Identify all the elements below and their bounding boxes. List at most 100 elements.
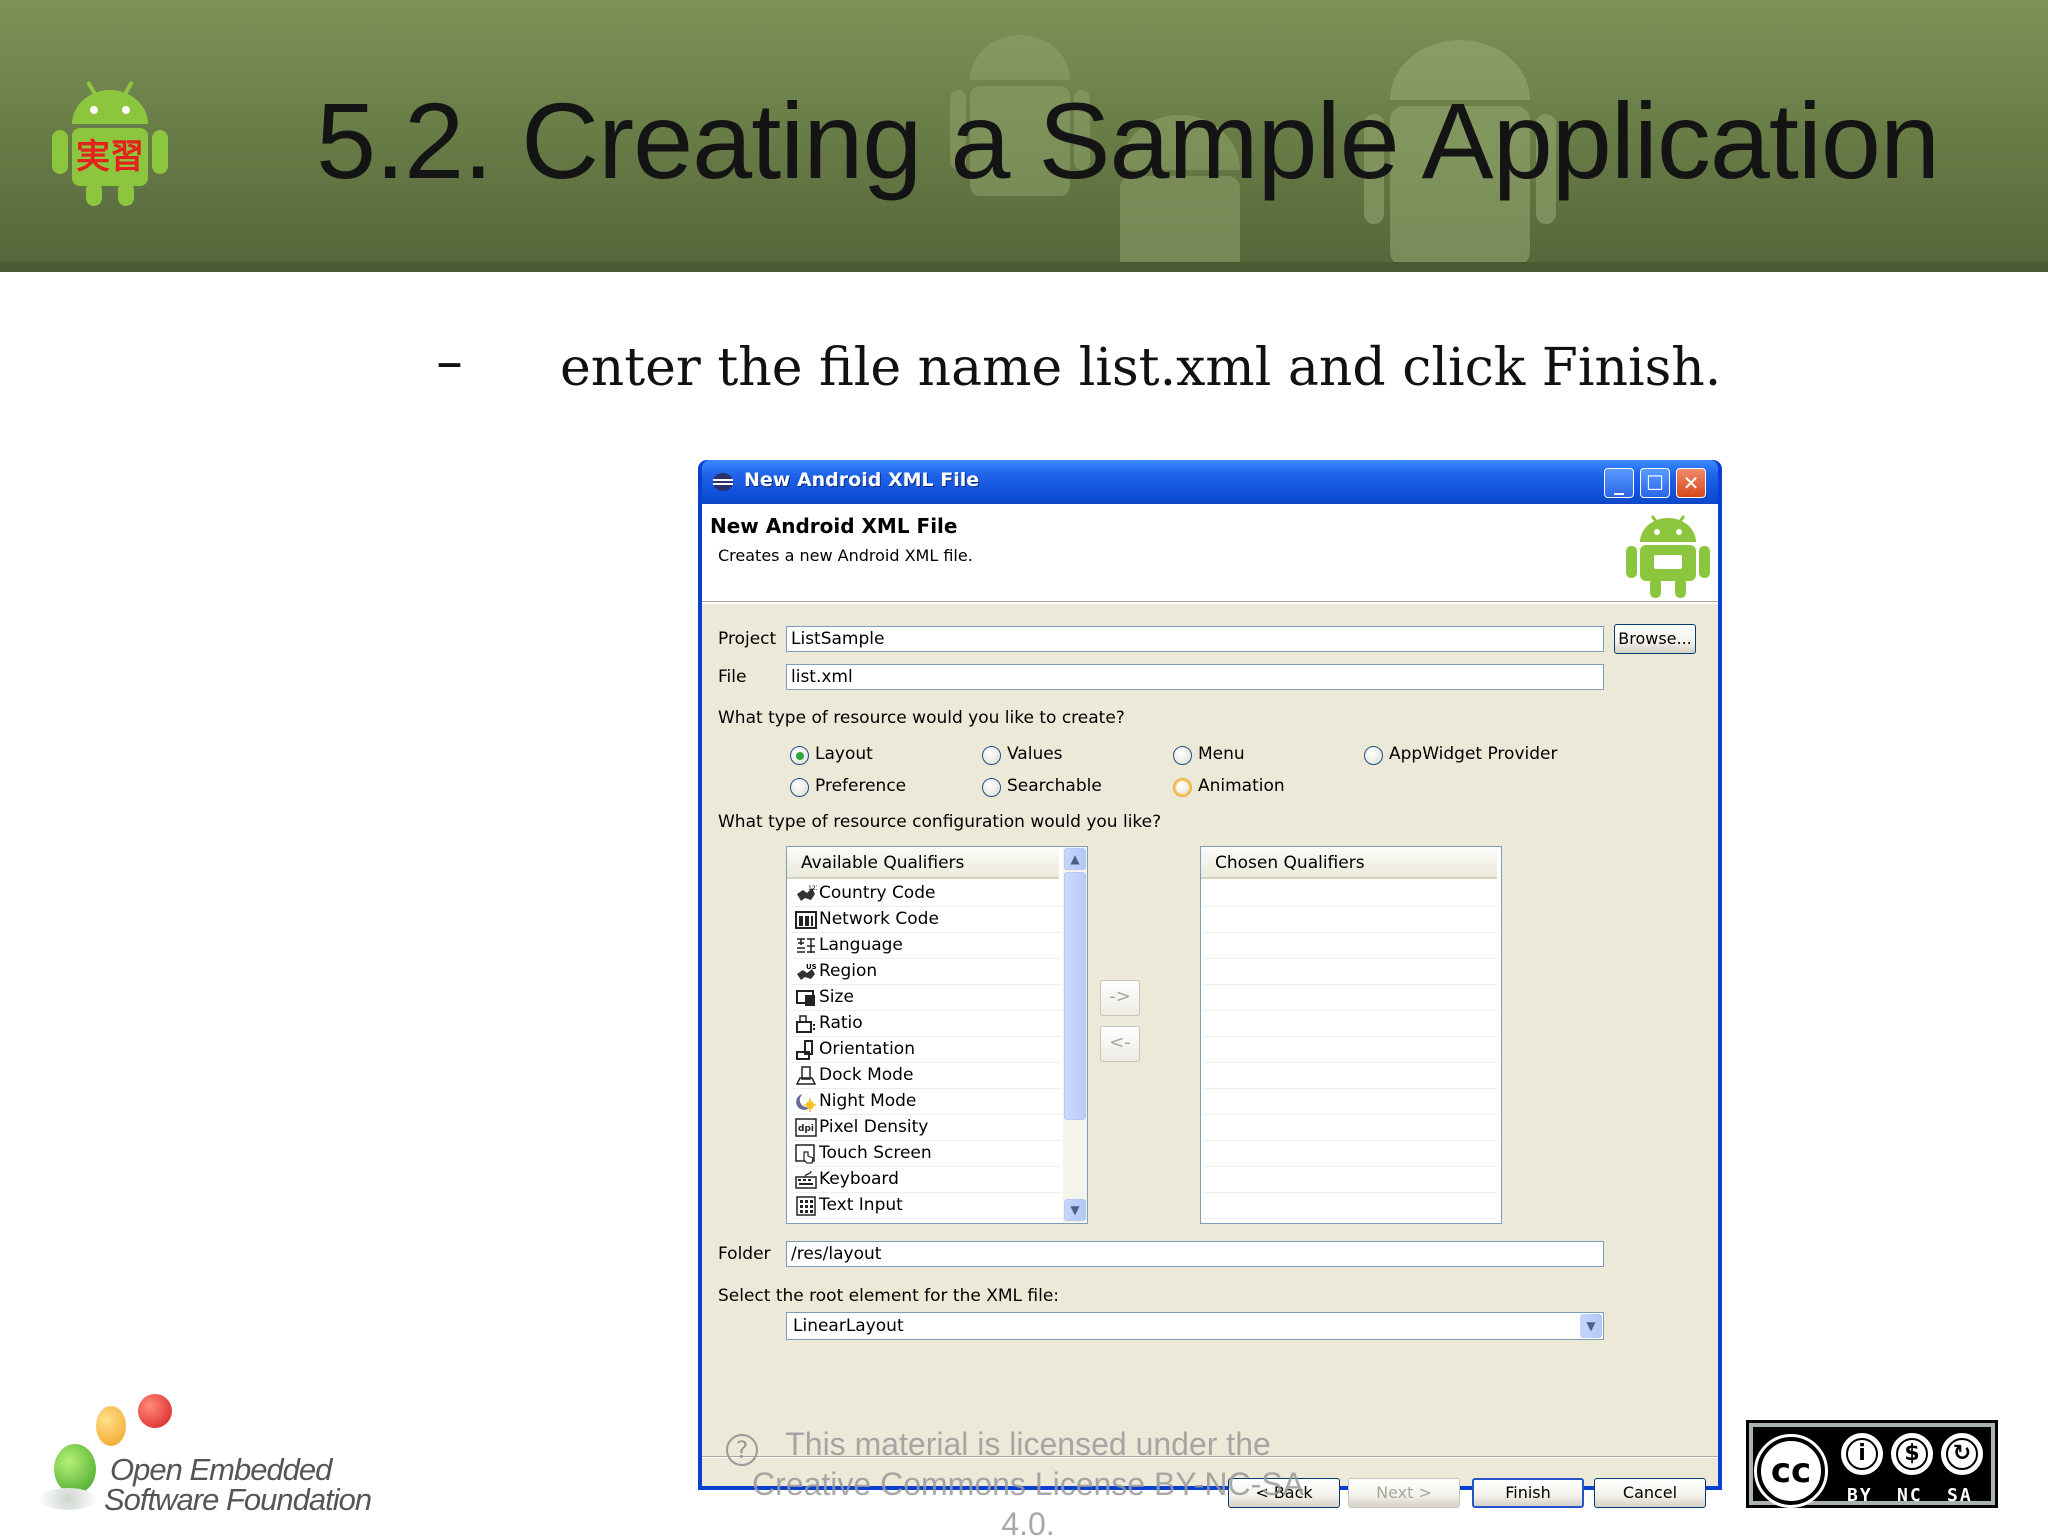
- slide-header: 実習 5.2. Creating a Sample Application: [0, 0, 2048, 272]
- dialog-titlebar[interactable]: New Android XML File _ ☐ ✕: [702, 460, 1718, 504]
- project-field[interactable]: ListSample: [786, 626, 1604, 652]
- root-element-dropdown[interactable]: LinearLayout ▼: [786, 1312, 1604, 1340]
- icon-ring: [1946, 1438, 1978, 1470]
- radio-label: Menu: [1198, 744, 1245, 764]
- next-button[interactable]: Next >: [1348, 1478, 1460, 1508]
- dialog-window-title: New Android XML File: [744, 469, 980, 491]
- radio-circle: [1173, 778, 1192, 797]
- country-code-icon: 123: [797, 885, 817, 901]
- touch-screen-icon: [795, 1144, 815, 1164]
- radio-circle: [1364, 746, 1383, 765]
- empty-row: [1203, 985, 1497, 1011]
- list-item[interactable]: Dock Mode: [791, 1063, 1061, 1089]
- cancel-button[interactable]: Cancel: [1594, 1478, 1706, 1508]
- list-item[interactable]: Orientation: [791, 1037, 1061, 1063]
- list-item[interactable]: US Region: [791, 959, 1061, 985]
- radio-layout[interactable]: Layout: [790, 744, 910, 768]
- chosen-qualifiers-list[interactable]: Chosen Qualifiers: [1200, 846, 1502, 1224]
- available-qualifiers-scrollbar[interactable]: ▲ ▼: [1063, 847, 1087, 1223]
- list-item[interactable]: 123 Country Code: [791, 881, 1061, 907]
- radio-label: Searchable: [1007, 776, 1102, 796]
- sa-tag: SA: [1947, 1485, 1973, 1506]
- browse-button[interactable]: Browse...: [1614, 624, 1696, 654]
- scroll-up-button[interactable]: ▲: [1064, 848, 1086, 870]
- qualifier-label: Network Code: [819, 909, 939, 929]
- list-item[interactable]: Ratio: [791, 1011, 1061, 1037]
- radio-menu[interactable]: Menu: [1173, 744, 1293, 768]
- remove-qualifier-button[interactable]: <-: [1100, 1026, 1140, 1062]
- maximize-icon: ☐: [1646, 471, 1664, 495]
- radio-animation[interactable]: Animation: [1173, 776, 1313, 800]
- scroll-thumb[interactable]: [1064, 872, 1086, 1120]
- list-item[interactable]: Network Code: [791, 907, 1061, 933]
- android-wizard-icon: [1626, 515, 1710, 598]
- list-item[interactable]: Touch Screen: [791, 1141, 1061, 1167]
- icon-ring: [1846, 1438, 1878, 1470]
- close-button[interactable]: ✕: [1676, 468, 1706, 498]
- language-icon: [797, 938, 815, 953]
- new-android-xml-file-dialog: New Android XML File _ ☐ ✕ New Android X…: [698, 460, 1722, 1508]
- size-icon: [796, 990, 815, 1006]
- file-name-field[interactable]: list.xml: [786, 664, 1604, 690]
- header-bottom-border: [0, 262, 2048, 272]
- radio-values[interactable]: Values: [982, 744, 1102, 768]
- finish-button[interactable]: Finish: [1472, 1478, 1584, 1508]
- available-qualifiers-list[interactable]: Available Qualifiers 123 Country Code Ne…: [786, 846, 1088, 1224]
- empty-row: [1203, 933, 1497, 959]
- attribution-icon: i: [1841, 1433, 1883, 1475]
- by-tag: BY: [1847, 1485, 1873, 1506]
- qualifier-label: Text Input: [819, 1195, 903, 1215]
- qualifier-label: Touch Screen: [819, 1143, 932, 1163]
- radio-circle: [982, 778, 1001, 797]
- add-qualifier-button[interactable]: ->: [1100, 980, 1140, 1016]
- pixel-density-icon: dpi: [795, 1118, 817, 1137]
- maximize-button[interactable]: ☐: [1640, 468, 1670, 498]
- list-item[interactable]: Language: [791, 933, 1061, 959]
- root-element-value: LinearLayout: [793, 1316, 904, 1336]
- radio-circle: [1173, 746, 1192, 765]
- minimize-icon: _: [1614, 471, 1624, 495]
- radio-label: Animation: [1198, 776, 1285, 796]
- text-input-icon: [796, 1196, 816, 1216]
- network-code-icon: [795, 911, 817, 929]
- dialog-banner: New Android XML File Creates a new Andro…: [702, 504, 1718, 602]
- bullet-text: enter the file name list.xml and click F…: [560, 338, 1722, 398]
- noncommercial-icon: $: [1891, 1433, 1933, 1475]
- license-notice: This material is licensed under the Crea…: [752, 1426, 1304, 1536]
- close-icon: ✕: [1682, 471, 1700, 495]
- radio-preference[interactable]: Preference: [790, 776, 930, 800]
- qualifier-label: Size: [819, 987, 854, 1007]
- minimize-button[interactable]: _: [1604, 468, 1634, 498]
- empty-row: [1203, 1193, 1497, 1219]
- list-item[interactable]: dpi Pixel Density: [791, 1115, 1061, 1141]
- dock-mode-icon: [795, 1066, 817, 1085]
- empty-row: [1203, 1141, 1497, 1167]
- list-item[interactable]: Night Mode: [791, 1089, 1061, 1115]
- ratio-icon: [796, 1015, 815, 1033]
- icon-ring: [1896, 1438, 1928, 1470]
- qualifier-label: Country Code: [819, 883, 936, 903]
- radio-circle: [790, 778, 809, 797]
- list-item[interactable]: Keyboard: [791, 1167, 1061, 1193]
- folder-label: Folder: [718, 1244, 771, 1264]
- banner-description: Creates a new Android XML file.: [718, 546, 973, 565]
- list-item[interactable]: Text Input: [791, 1193, 1061, 1219]
- scroll-down-button[interactable]: ▼: [1064, 1199, 1086, 1221]
- slide-title: 5.2. Creating a Sample Application: [316, 80, 1940, 201]
- root-element-question: Select the root element for the XML file…: [718, 1286, 1060, 1306]
- empty-row: [1203, 959, 1497, 985]
- empty-row: [1203, 1011, 1497, 1037]
- config-question: What type of resource configuration woul…: [718, 812, 1162, 832]
- svg-text:123: 123: [808, 885, 817, 892]
- sharealike-icon: ↻: [1941, 1433, 1983, 1475]
- folder-field[interactable]: /res/layout: [786, 1241, 1604, 1267]
- qualifier-label: Region: [819, 961, 878, 981]
- radio-searchable[interactable]: Searchable: [982, 776, 1122, 800]
- cc-badge-inner: cc i $ ↻ BY NC SA: [1753, 1427, 1991, 1508]
- radio-circle: [790, 746, 809, 765]
- chevron-down-icon[interactable]: ▼: [1580, 1314, 1602, 1338]
- list-item[interactable]: Size: [791, 985, 1061, 1011]
- svg-text:dpi: dpi: [798, 1124, 814, 1134]
- radio-appwidget-provider[interactable]: AppWidget Provider: [1364, 744, 1564, 768]
- qualifier-label: Keyboard: [819, 1169, 899, 1189]
